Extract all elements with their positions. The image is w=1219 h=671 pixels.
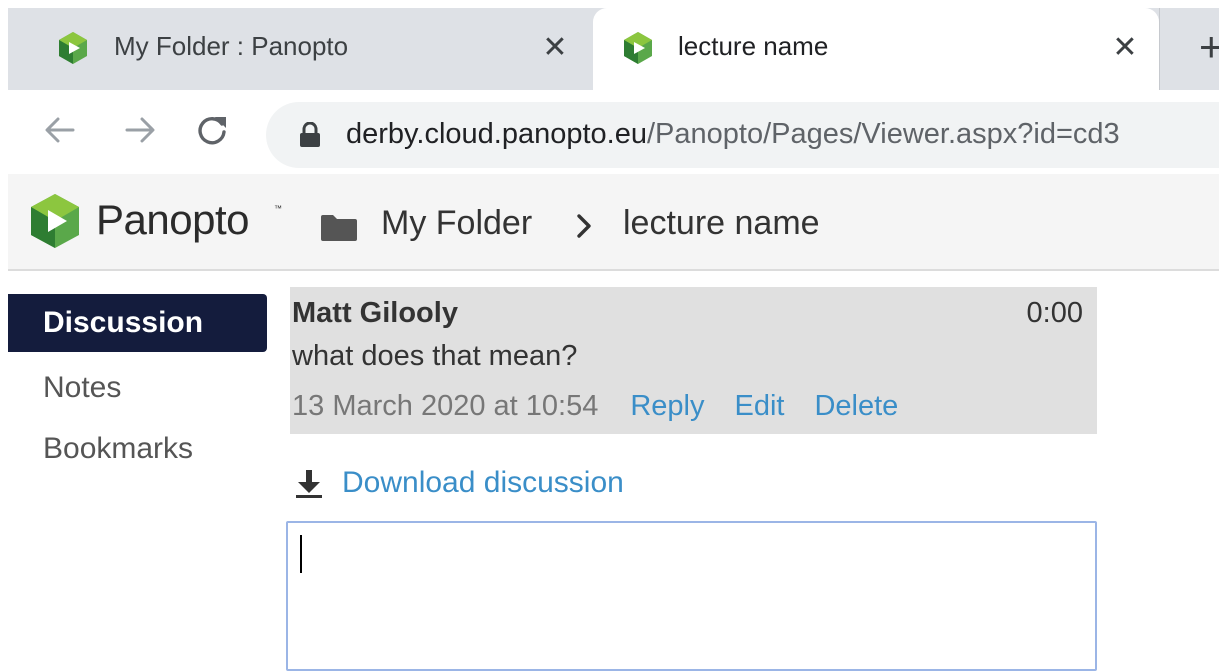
panopto-logo-icon (59, 32, 87, 64)
comment-timestamp[interactable]: 0:00 (1027, 297, 1083, 330)
comment-meta: 13 March 2020 at 10:54 Reply Edit Delete (292, 390, 898, 423)
close-tab-icon[interactable]: ✕ (1105, 28, 1145, 68)
browser-toolbar: derby.cloud.panopto.eu/Panopto/Pages/Vie… (8, 90, 1219, 174)
reload-icon (198, 117, 226, 145)
sidebar-tab-bookmarks[interactable]: Bookmarks (8, 420, 267, 478)
plus-icon: + (1199, 23, 1219, 70)
tab-lecture-name[interactable]: lecture name ✕ (593, 8, 1159, 90)
reload-button[interactable] (186, 104, 238, 156)
forward-arrow-icon (125, 117, 155, 143)
tab-title: My Folder : Panopto (114, 31, 349, 61)
sidebar-tab-notes[interactable]: Notes (8, 359, 267, 417)
url-text: derby.cloud.panopto.eu/Panopto/Pages/Vie… (346, 118, 1120, 151)
chevron-right-icon (577, 214, 591, 238)
breadcrumb-current: lecture name (623, 204, 820, 242)
comment-body: what does that mean? (292, 340, 578, 372)
text-caret (300, 535, 302, 573)
panopto-logo-icon (624, 32, 652, 64)
logo-text: Panopto (96, 196, 249, 243)
tab-my-folder[interactable]: My Folder : Panopto ✕ (8, 8, 593, 90)
browser-chrome: My Folder : Panopto ✕ lecture name ✕ + d… (8, 8, 1219, 174)
url-path: /Panopto/Pages/Viewer.aspx?id=cd3 (646, 118, 1120, 150)
reply-link[interactable]: Reply (630, 390, 704, 422)
download-icon (296, 470, 322, 498)
url-host: derby.cloud.panopto.eu (346, 118, 647, 150)
back-button[interactable] (34, 104, 86, 156)
panopto-logo-icon[interactable] (26, 192, 84, 250)
app-header: Panopto ™ My Folder lecture name (8, 174, 1219, 271)
logo-trademark: ™ (274, 204, 282, 213)
tab-strip: My Folder : Panopto ✕ lecture name ✕ + (8, 8, 1219, 90)
tab-title: lecture name (678, 31, 829, 61)
close-tab-icon[interactable]: ✕ (535, 28, 575, 68)
delete-link[interactable]: Delete (814, 390, 898, 422)
comment-author: Matt Gilooly (292, 297, 458, 329)
breadcrumb-folder[interactable]: My Folder (381, 204, 532, 243)
comment-date: 13 March 2020 at 10:54 (292, 390, 599, 422)
folder-icon (321, 215, 357, 241)
new-tab-button[interactable]: + (1159, 8, 1219, 90)
comment-input[interactable] (286, 521, 1097, 671)
edit-link[interactable]: Edit (734, 390, 784, 422)
sidebar-tab-discussion[interactable]: Discussion (8, 294, 267, 352)
forward-button[interactable] (114, 104, 166, 156)
comment-item: Matt Gilooly 0:00 what does that mean? 1… (290, 287, 1097, 434)
lock-icon (300, 122, 320, 147)
back-arrow-icon (45, 117, 75, 143)
address-bar[interactable]: derby.cloud.panopto.eu/Panopto/Pages/Vie… (266, 102, 1219, 168)
download-discussion-label: Download discussion (342, 466, 624, 499)
